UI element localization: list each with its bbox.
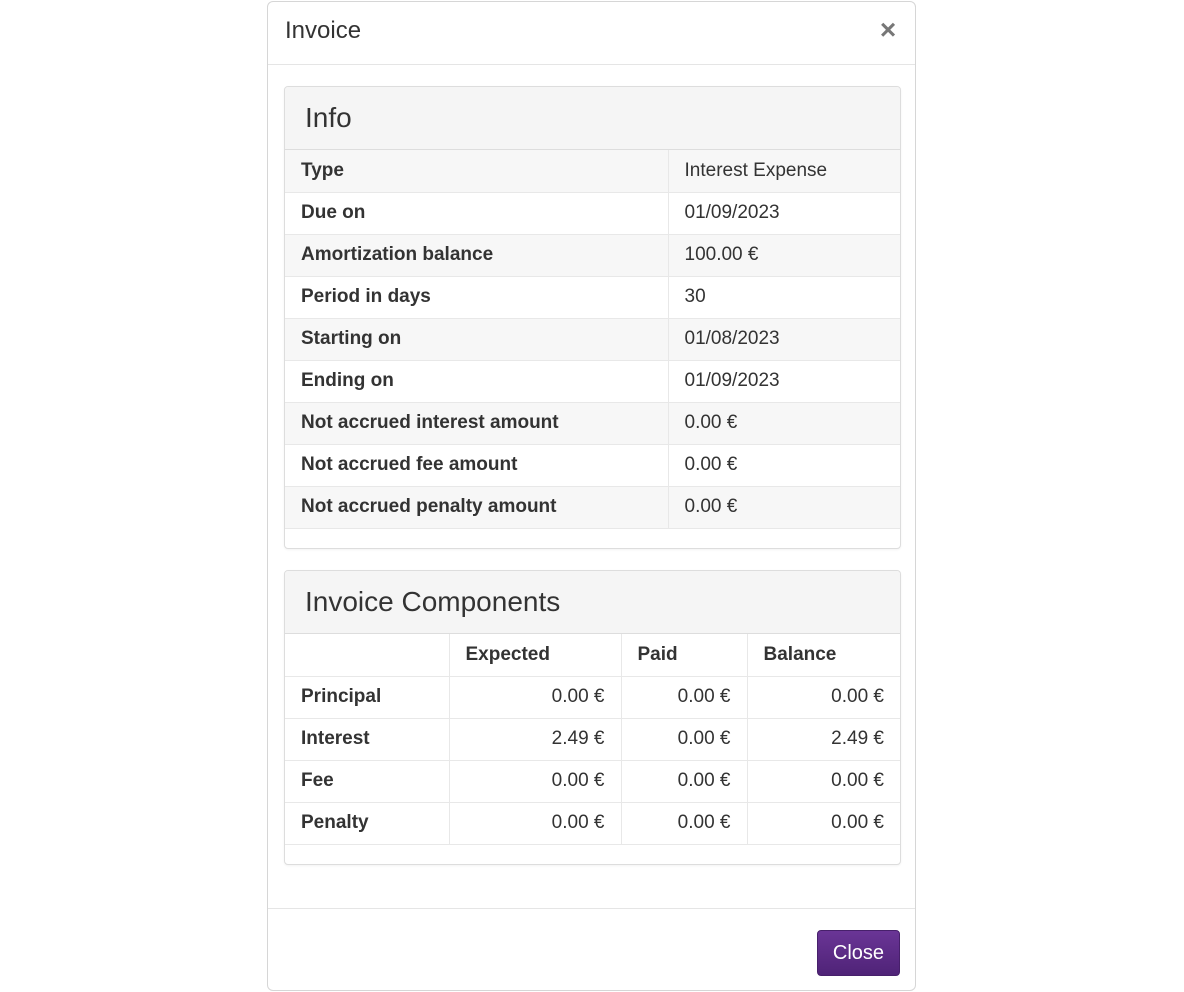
info-label: Type [285, 150, 669, 192]
info-row: Amortization balance 100.00 € [285, 233, 900, 276]
info-table: Type Interest Expense Due on 01/09/2023 … [285, 150, 900, 529]
paid-value: 0.00 € [621, 759, 748, 802]
info-label: Not accrued interest amount [285, 401, 669, 444]
invoice-modal: Invoice × Info Type Interest Expense Due… [267, 1, 916, 991]
info-label: Due on [285, 191, 669, 234]
info-row: Type Interest Expense [285, 150, 900, 192]
info-label: Not accrued penalty amount [285, 485, 669, 529]
column-header-balance: Balance [763, 643, 837, 665]
components-header-row: Expected Paid Balance [285, 634, 900, 676]
table-row: Interest 2.49 € 0.00 € 2.49 € [285, 717, 900, 760]
components-heading: Invoice Components [305, 586, 561, 617]
info-label: Starting on [285, 317, 669, 360]
info-value: 0.00 € [668, 485, 900, 529]
info-value: 01/09/2023 [668, 359, 900, 402]
info-row: Not accrued penalty amount 0.00 € [285, 485, 900, 529]
info-value: 0.00 € [668, 443, 900, 486]
info-row: Starting on 01/08/2023 [285, 317, 900, 360]
info-label: Period in days [285, 275, 669, 318]
info-label: Ending on [285, 359, 669, 402]
info-row: Not accrued interest amount 0.00 € [285, 401, 900, 444]
info-panel: Info Type Interest Expense Due on 01/09/… [284, 86, 901, 549]
modal-footer: Close [268, 908, 915, 992]
modal-title: Invoice [285, 17, 362, 44]
paid-value: 0.00 € [621, 717, 748, 760]
table-row: Principal 0.00 € 0.00 € 0.00 € [285, 675, 900, 718]
info-value: 0.00 € [668, 401, 900, 444]
component-name: Principal [285, 675, 450, 718]
close-button[interactable]: Close [817, 930, 900, 976]
component-name: Penalty [285, 801, 450, 845]
components-panel-heading: Invoice Components [285, 571, 900, 634]
info-row: Ending on 01/09/2023 [285, 359, 900, 402]
info-row: Due on 01/09/2023 [285, 191, 900, 234]
expected-value: 2.49 € [449, 717, 622, 760]
component-name: Fee [285, 759, 450, 802]
balance-value: 0.00 € [747, 801, 900, 845]
table-row: Penalty 0.00 € 0.00 € 0.00 € [285, 801, 900, 845]
info-heading: Info [305, 102, 352, 133]
components-panel: Invoice Components Expected Paid Balance [284, 570, 901, 865]
column-header-paid: Paid [621, 634, 748, 676]
components-table: Expected Paid Balance Principal 0.00 € 0… [285, 634, 900, 845]
balance-value: 2.49 € [747, 717, 900, 760]
expected-value: 0.00 € [449, 759, 622, 802]
info-value: 01/09/2023 [668, 191, 900, 234]
balance-value: 0.00 € [747, 675, 900, 718]
info-row: Not accrued fee amount 0.00 € [285, 443, 900, 486]
info-label: Amortization balance [285, 233, 669, 276]
paid-value: 0.00 € [621, 801, 748, 845]
info-value: 01/08/2023 [668, 317, 900, 360]
close-icon[interactable]: × [877, 16, 899, 44]
info-value: Interest Expense [668, 150, 900, 192]
info-row: Period in days 30 [285, 275, 900, 318]
paid-value: 0.00 € [621, 675, 748, 718]
balance-value: 0.00 € [747, 759, 900, 802]
info-value: 30 [668, 275, 900, 318]
expected-value: 0.00 € [449, 801, 622, 845]
modal-header: Invoice × [268, 2, 915, 65]
info-value: 100.00 € [668, 233, 900, 276]
component-name: Interest [285, 717, 450, 760]
column-header-expected: Expected [449, 634, 622, 676]
info-panel-heading: Info [285, 87, 900, 150]
info-label: Not accrued fee amount [285, 443, 669, 486]
column-header-blank [285, 634, 450, 676]
table-row: Fee 0.00 € 0.00 € 0.00 € [285, 759, 900, 802]
expected-value: 0.00 € [449, 675, 622, 718]
